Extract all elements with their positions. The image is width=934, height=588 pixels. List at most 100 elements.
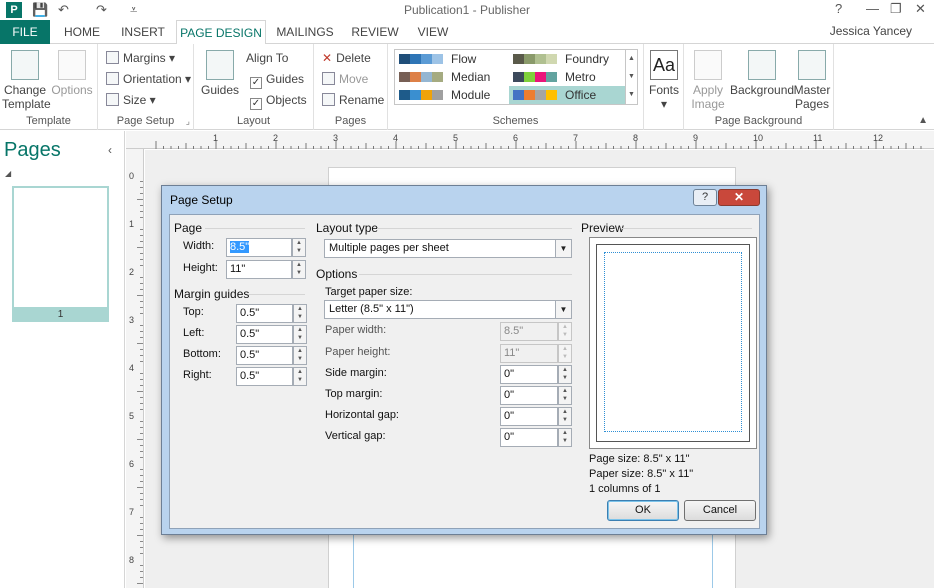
chevron-down-icon[interactable]: ▼ [555,301,571,318]
close-button[interactable]: ✕ [915,1,926,17]
scheme-foundry[interactable]: Foundry [509,50,625,68]
spinner-arrows-icon[interactable]: ▲ ▼ [292,238,306,257]
ruler-label: 8 [633,133,638,143]
top-margin-input[interactable]: 0.5" [236,304,293,323]
side-margin-label: Side margin: [325,367,387,379]
ok-button[interactable]: OK [607,500,679,521]
ruler-label: 1 [213,133,218,143]
ruler-tick [140,307,143,308]
vertical-gap-input[interactable]: 0" [500,428,558,447]
margins-icon [106,51,119,64]
tab-view[interactable]: VIEW [412,20,454,44]
options-icon [58,50,86,80]
tab-home[interactable]: HOME [58,20,106,44]
tab-review[interactable]: REVIEW [346,20,404,44]
top-margin-option-input[interactable]: 0" [500,386,558,405]
delete-page-button[interactable]: ✕ Delete [322,48,371,68]
template-group-label: Template [26,115,71,127]
ruler-tick [140,361,143,362]
change-template-button[interactable]: Change Template [2,50,51,111]
dialog-help-button[interactable]: ? [693,189,717,206]
left-margin-input[interactable]: 0.5" [236,325,293,344]
dialog-launcher-icon[interactable]: ⌟ [186,116,190,127]
spinner-arrows-icon[interactable]: ▲ ▼ [558,428,572,447]
spinner-arrows-icon[interactable]: ▲ ▼ [293,346,307,365]
restore-button[interactable]: ❐ [890,1,902,17]
help-button[interactable]: ? [835,1,842,16]
template-options-button[interactable]: Options [50,50,94,97]
spinner-arrows-icon[interactable]: ▲ ▼ [293,304,307,323]
scheme-flow[interactable]: Flow [395,50,509,68]
master-pages-button[interactable]: Master Pages [792,50,832,111]
apply-image-icon [694,50,722,80]
size-icon [106,93,119,106]
ruler-tick [140,409,143,410]
tab-file[interactable]: FILE [0,20,50,44]
spinner-arrows-icon[interactable]: ▲ ▼ [292,260,306,279]
scheme-module[interactable]: Module [395,86,509,104]
scroll-up-icon[interactable]: ▲ [626,50,637,68]
minimize-button[interactable]: — [866,1,879,16]
side-margin-input[interactable]: 0" [500,365,558,384]
align-guides-checkbox[interactable]: ✓ Guides [250,69,304,89]
scheme-swatch [513,72,557,82]
preview-columns: 1 columns of 1 [589,483,661,495]
gallery-more-icon[interactable]: ▼ [626,86,637,104]
ruler-tick [140,259,143,260]
tab-mailings[interactable]: MAILINGS [272,20,338,44]
spinner-arrows-icon[interactable]: ▲ ▼ [293,367,307,386]
height-input[interactable]: 11" [226,260,292,279]
rename-page-button[interactable]: Rename [322,90,384,110]
ruler-tick [140,565,143,566]
scheme-metro[interactable]: Metro [509,68,625,86]
spinner-arrows-icon[interactable]: ▲ ▼ [558,386,572,405]
ruler-tick [140,187,143,188]
horizontal-ruler[interactable]: 1 2 3 4 5 6 7 8 9 10 11 12 [126,131,934,149]
collapse-ribbon-icon[interactable]: ▲ [918,115,928,126]
size-button[interactable]: Size ▾ [106,90,156,110]
spinner-arrows-icon[interactable]: ▲ ▼ [293,325,307,344]
horizontal-gap-input[interactable]: 0" [500,407,558,426]
move-page-button[interactable]: Move [322,69,368,89]
ruler-label: 5 [129,411,135,421]
orientation-button[interactable]: Orientation ▾ [106,69,191,89]
user-name[interactable]: Jessica Yancey [830,24,912,38]
collapse-panel-icon[interactable]: ‹ [108,143,112,157]
scheme-median[interactable]: Median [395,68,509,86]
layout-type-select[interactable]: Multiple pages per sheet ▼ [324,239,572,258]
ruler-tick [140,379,143,380]
cancel-button[interactable]: Cancel [684,500,756,521]
guides-button[interactable]: Guides [200,50,240,97]
rename-icon [322,93,335,106]
ruler-tick [140,235,143,236]
tab-page-design[interactable]: PAGE DESIGN [176,20,266,45]
vertical-gap-label: Vertical gap: [325,430,386,442]
layout-group-label: Layout [236,115,271,127]
bottom-margin-input[interactable]: 0.5" [236,346,293,365]
spinner-arrows-icon[interactable]: ▲ ▼ [558,365,572,384]
page-thumbnail[interactable] [12,186,109,322]
expand-triangle-icon[interactable]: ◢ [5,169,11,178]
scheme-office[interactable]: Office [509,86,625,104]
spinner-arrows-icon[interactable]: ▲ ▼ [558,407,572,426]
target-paper-size-select[interactable]: Letter (8.5" x 11") ▼ [324,300,572,319]
dialog-close-button[interactable]: ✕ [718,189,760,206]
width-input[interactable]: 8.5" [226,238,292,257]
scroll-down-icon[interactable]: ▼ [626,68,637,86]
chevron-down-icon[interactable]: ▼ [555,240,571,257]
apply-image-button[interactable]: Apply Image [686,50,730,111]
ruler-label: 6 [129,459,135,469]
ruler-tick [137,583,143,584]
right-margin-input[interactable]: 0.5" [236,367,293,386]
ruler-label: 2 [273,133,278,143]
background-button[interactable]: Background [730,50,794,97]
ruler-tick [140,445,143,446]
align-objects-checkbox[interactable]: ✓ Objects [250,90,307,110]
ruler-tick [137,439,143,440]
gallery-scrollbar[interactable]: ▲ ▼ ▼ [625,50,637,104]
margins-button[interactable]: Margins ▾ [106,48,175,68]
ribbon-tabs: FILE HOME INSERT PAGE DESIGN MAILINGS RE… [0,20,934,45]
tab-insert[interactable]: INSERT [116,20,170,44]
fonts-button[interactable]: Aa Fonts ▾ [646,50,682,111]
vertical-ruler[interactable]: 0 1 2 3 4 5 6 7 8 [126,149,144,588]
